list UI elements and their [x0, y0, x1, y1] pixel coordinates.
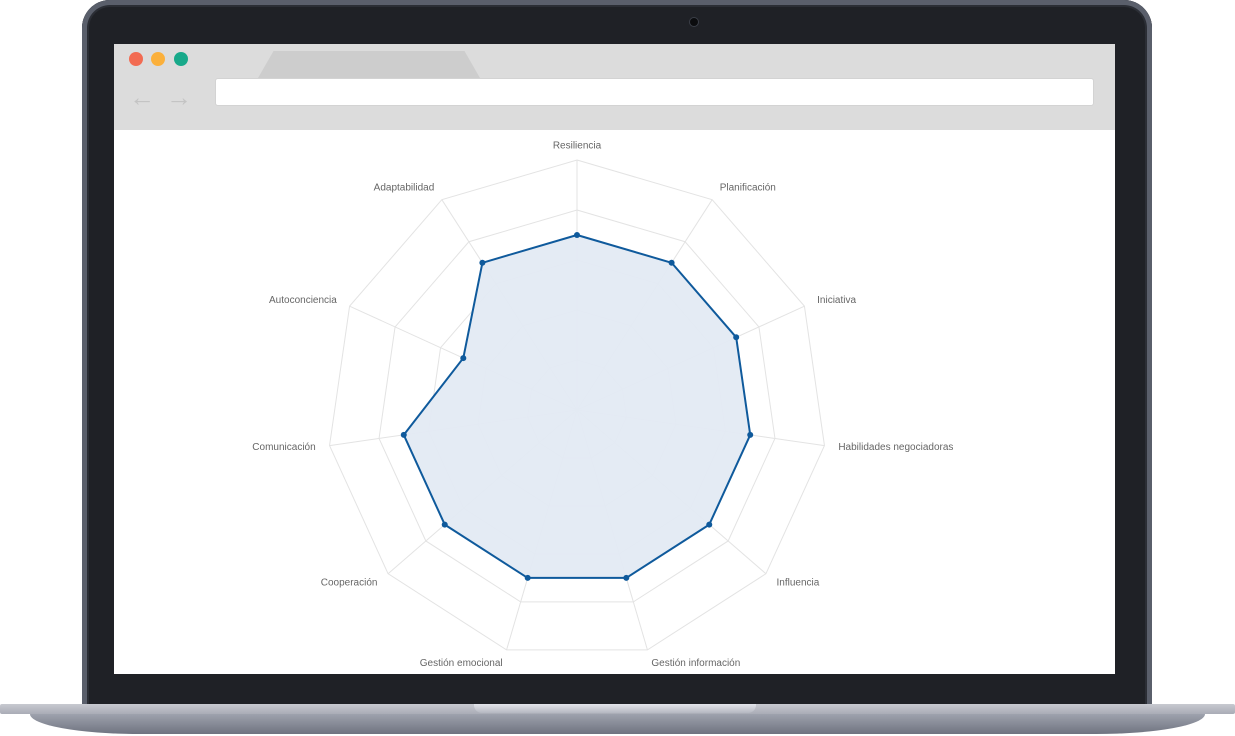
- laptop-notch: [474, 704, 756, 713]
- radar-chart-svg: Resiliencia Planificación Iniciativa Habili…: [252, 141, 953, 669]
- axis-label: Gestión emocional: [420, 658, 503, 669]
- axis-label: Influencia: [777, 578, 820, 589]
- close-window-button[interactable]: [129, 52, 143, 66]
- webcam-icon: [690, 18, 698, 26]
- browser-tab[interactable]: [258, 51, 480, 78]
- radar-chart: Resiliencia Planificación Iniciativa Habili…: [114, 130, 1115, 674]
- axis-label: Cooperación: [321, 578, 378, 589]
- data-point: [706, 521, 713, 528]
- minimize-window-button[interactable]: [151, 52, 165, 66]
- axis-label: Adaptabilidad: [374, 183, 435, 194]
- data-point: [400, 431, 407, 438]
- data-point: [460, 355, 467, 362]
- axis-label: Gestión información: [651, 658, 740, 669]
- data-point: [524, 574, 531, 581]
- laptop-screen: ← → Resiliencia Planificación Iniciativa Ha…: [114, 44, 1115, 674]
- data-point: [733, 334, 740, 341]
- laptop-base: [0, 704, 1235, 736]
- axis-label: Resiliencia: [553, 141, 602, 152]
- data-point: [668, 259, 675, 266]
- browser-chrome: ← →: [114, 44, 1115, 130]
- arrow-left-icon[interactable]: ←: [129, 82, 155, 112]
- address-bar[interactable]: [215, 78, 1094, 106]
- data-point: [441, 521, 448, 528]
- series-area: [402, 234, 752, 579]
- laptop-base-bottom: [30, 714, 1205, 734]
- axis-label: Habilidades negociadoras: [838, 442, 953, 453]
- axis-label: Autoconciencia: [269, 295, 337, 306]
- data-point: [747, 431, 754, 438]
- data-point: [479, 259, 486, 266]
- data-point: [623, 574, 630, 581]
- arrow-right-icon[interactable]: →: [166, 82, 192, 112]
- axis-label: Iniciativa: [817, 295, 856, 306]
- axis-label: Comunicación: [252, 442, 315, 453]
- axis-label: Planificación: [720, 183, 776, 194]
- maximize-window-button[interactable]: [174, 52, 188, 66]
- data-point: [574, 232, 580, 238]
